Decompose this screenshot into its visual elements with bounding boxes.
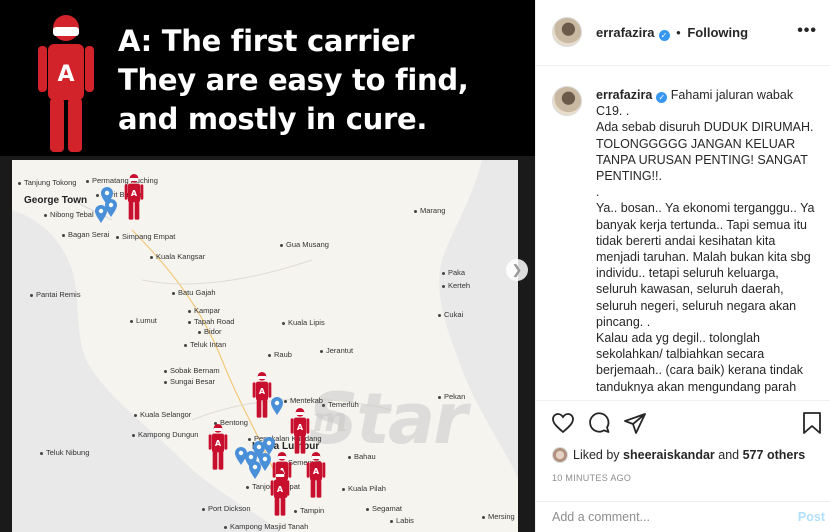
banner-line-1: A: The first carrier [118, 24, 415, 58]
post-caption: errafazira ✓ Fahami jaluran wabak C19. . … [596, 87, 818, 395]
carrier-marker-icon: A [124, 174, 144, 220]
caption-username[interactable]: errafazira [596, 88, 652, 102]
carrier-letter: A [131, 189, 138, 198]
carrier-marker-icon: A [270, 470, 290, 516]
map-place-label: Segamat [366, 504, 402, 513]
map-place-label: Cukai [438, 310, 463, 319]
post-comment-button[interactable]: Post [798, 510, 825, 524]
heart-icon[interactable] [551, 411, 575, 435]
post-image[interactable]: A A: The first carrier They are easy to … [0, 0, 535, 532]
peninsular-map: m Star Tanjung Tokong Permatang Kuching Ge… [12, 160, 518, 532]
carrier-marker-icon: A [290, 408, 310, 454]
map-place-label: Mentekab [284, 396, 323, 405]
map-place-label: Mersing [482, 512, 515, 521]
header-username[interactable]: errafazira [596, 25, 655, 40]
map-place-label: Labis [390, 516, 414, 525]
liker-avatar[interactable] [552, 447, 568, 463]
map-place-label: Sobak Bernam [164, 366, 220, 375]
caption-text: Fahami jaluran wabak C19. . Ada sebab di… [596, 88, 815, 394]
location-pin-icon [95, 205, 107, 223]
map-place-label: Kampong Dungun [132, 430, 198, 439]
map-place-label: George Town [24, 195, 88, 206]
map-place-label: Raub [268, 350, 292, 359]
map-place-label: Jerantut [320, 346, 353, 355]
map-place-label: Tampin [294, 506, 324, 515]
more-options-icon[interactable]: ••• [797, 22, 817, 40]
map-place-label: Simpang Empat [116, 232, 175, 241]
carrier-marker-icon: A [208, 424, 228, 470]
comment-input[interactable] [552, 510, 772, 524]
map-place-label: Pantai Remis [30, 290, 81, 299]
map-place-label: Kampar [188, 306, 220, 315]
map-place-label: Paka [442, 268, 465, 277]
infographic-banner: A A: The first carrier They are easy to … [0, 0, 535, 156]
map-place-label: Port Dickson [202, 504, 251, 513]
carrier-letter: A [259, 387, 266, 396]
likes-others-link[interactable]: 577 others [743, 448, 806, 462]
map-place-label: Kuala Pilah [342, 484, 386, 493]
map-place-label: Teluk Nibung [40, 448, 89, 457]
figure-letter: A [57, 62, 74, 87]
map-place-label: Lumut [130, 316, 157, 325]
carrier-letter: A [313, 467, 320, 476]
post-header: errafazira ✓ • Following ••• [536, 0, 830, 66]
map-place-label: Temerluh [322, 400, 359, 409]
likes-prefix: Liked by [573, 448, 620, 462]
map-place-label: Gua Musang [280, 240, 329, 249]
map-place-label: Sungai Besar [164, 377, 215, 386]
verified-badge-icon: ✓ [658, 30, 670, 41]
comment-box: Post [536, 501, 830, 532]
next-image-button[interactable]: ❯ [506, 259, 528, 281]
follow-button[interactable]: Following [687, 25, 748, 40]
location-pin-icon [263, 437, 275, 455]
map-place-label: Nibong Tebal [44, 210, 94, 219]
comments-area[interactable]: errafazira ✓ Fahami jaluran wabak C19. . … [536, 67, 830, 400]
header-separator: • [676, 25, 681, 40]
map-place-label: Kuala Lipis [282, 318, 325, 327]
map-place-label: Bagan Serai [62, 230, 109, 239]
bookmark-icon[interactable] [801, 411, 823, 435]
map-place-label: Marang [414, 206, 445, 215]
banner-line-3: and mostly in cure. [118, 102, 428, 136]
verified-badge-icon: ✓ [656, 92, 668, 103]
banner-line-2: They are easy to find, [118, 63, 469, 97]
location-pin-icon [271, 397, 283, 415]
map-place-label: Kerteh [442, 281, 470, 290]
map-place-label: Pekan [438, 392, 465, 401]
map-place-label: Kampong Masjid Tanah [224, 522, 308, 531]
post-timestamp[interactable]: 10 MINUTES AGO [552, 473, 631, 483]
share-icon[interactable] [623, 411, 647, 435]
post-sidebar: errafazira ✓ • Following ••• errafazira ✓ … [535, 0, 830, 532]
carrier-marker-icon: A [252, 372, 272, 418]
map-place-label: Bahau [348, 452, 376, 461]
comment-icon[interactable] [587, 411, 611, 435]
map-place-label: Permatang Kuching [86, 176, 158, 185]
caption-avatar[interactable] [552, 86, 582, 116]
map-place-label: Batu Gajah [172, 288, 216, 297]
likes-connector: and [718, 448, 740, 462]
liker-username[interactable]: sheeraiskandar [623, 448, 715, 462]
map-place-label: Tapah Road [188, 317, 234, 326]
map-place-label: Teluk Intan [184, 340, 226, 349]
likes-summary: Liked by sheeraiskandar and 577 others [552, 447, 805, 463]
thestar-watermark: Star [308, 378, 468, 460]
carrier-marker-icon: A [306, 452, 326, 498]
post-actions: Liked by sheeraiskandar and 577 others 1… [536, 400, 830, 532]
carrier-letter: A [215, 439, 222, 448]
map-place-label: Tanjung Tokong [18, 178, 76, 187]
map-place-label: Kuala Kangsar [150, 252, 205, 261]
carrier-figure-icon: A [38, 15, 94, 152]
map-place-label: Bidor [198, 327, 222, 336]
avatar[interactable] [552, 17, 582, 47]
carrier-letter: A [297, 423, 304, 432]
carrier-letter: A [277, 485, 284, 494]
banner-headline: A: The first carrier They are easy to fi… [118, 22, 469, 139]
map-place-label: Kuala Selangor [134, 410, 191, 419]
location-pin-icon [249, 461, 261, 479]
